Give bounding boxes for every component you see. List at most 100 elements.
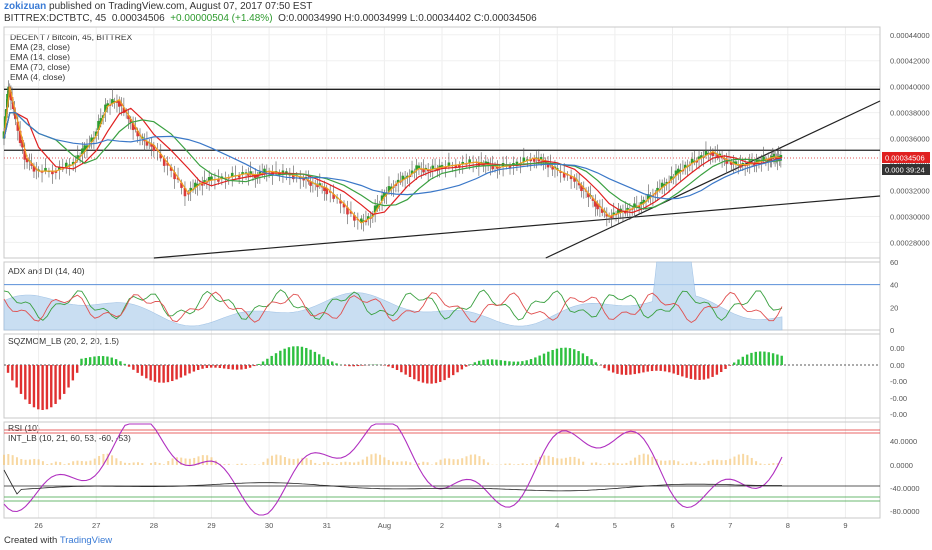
sqz-bar [720,365,723,373]
sqz-bar [620,365,623,375]
sqz-bar [313,351,317,365]
sqz-bar [300,346,304,365]
sqz-bar [689,365,693,379]
int-bar [621,463,624,465]
sqz-bar [624,365,628,375]
footer-created: Created with [4,535,58,546]
tradingview-logo[interactable]: TradingView [60,535,112,546]
int-bar [461,458,464,465]
price-tick-label: 0.00032000 [890,187,930,196]
sqz-bar [50,365,53,408]
int-bar [517,464,520,465]
sqz-bar [642,365,645,373]
sqz-bar [331,361,334,365]
sqz-bar [482,359,485,365]
sqz-bar [681,365,684,377]
sqz-bar [668,365,671,373]
int-bar [439,459,442,465]
sqz-bar [244,365,247,369]
sqz-bar [88,357,92,365]
sqz-bar [439,365,442,382]
sqz-bar [391,365,394,369]
sqz-bar [140,365,144,376]
int-bar [608,462,611,465]
sqz-bar [192,365,196,372]
sqz-bar [305,347,308,365]
int-bar [404,461,407,465]
int-bar [188,458,191,465]
sqz-bar [248,365,252,368]
sqz-bar [274,353,278,365]
x-tick-label: 7 [728,521,732,530]
sqz-bar [188,365,191,374]
sqz-bar [179,365,183,378]
sqz-bar [702,365,706,380]
ema-line-3 [3,112,783,200]
sqz-bar [616,365,619,374]
int-bar [543,455,546,465]
footer: Created with TradingView [4,535,112,546]
sqz-bar [287,347,291,365]
axis-layer: 26 27 28 29 30 31 Aug 2 3 4 5 6 7 8 9 0.00044000 0.00042… [34,31,930,530]
sqz-bar [460,365,464,370]
sqz-bar [473,362,477,365]
int-bar [93,458,96,465]
sqz-bar [443,365,446,381]
sqz-bar [521,361,524,365]
int-bar [642,453,645,465]
int-bar [279,455,282,465]
int-bar [716,459,719,465]
int-bar [634,457,637,465]
sqz-bar [84,357,88,365]
x-tick-label: 9 [843,521,847,530]
sqz-bar [611,365,615,373]
trading-chart[interactable]: 26 27 28 29 30 31 Aug 2 3 4 5 6 7 8 9 0.00044000 0.00042… [0,0,932,550]
int-bar [46,464,49,465]
sqz-bar [266,358,269,365]
int-bar [465,456,468,465]
int-bar [20,459,23,465]
int-bar [309,459,312,465]
sqz-bar [547,351,550,365]
sqz-bar [80,358,83,365]
int-bar [322,462,325,465]
int-bar [668,460,671,465]
sqz-bar [745,354,749,365]
int-bar [482,459,485,465]
sqz-bar [318,354,321,365]
int-bar [353,462,356,465]
sqz-bar [685,365,688,378]
sqz-bar [361,365,364,366]
int-bar [400,461,403,465]
sqz-bar [153,365,157,382]
sqz-bar [698,365,701,380]
int-bar [348,462,351,465]
int-bar [681,463,684,465]
sqz-bar [240,365,243,370]
sqz-bar [352,365,356,367]
adx-tick-label: 60 [890,258,898,267]
sqz-bar [395,365,399,370]
price-tick-label: 0.00028000 [890,238,930,247]
price-layer [2,80,881,259]
sqz-bar [106,356,109,365]
int-bar [50,463,53,465]
sqz-bar [6,365,10,373]
sqz-bar [577,351,580,365]
int-bar [534,459,537,465]
x-tick-label: 2 [440,521,444,530]
int-bar [98,455,101,465]
int-bar [63,464,66,465]
int-bar [582,461,585,465]
int-bar [136,462,139,465]
sqz-bar [41,365,44,410]
sqz-bar [750,352,753,365]
int-bar [595,462,598,465]
sqz-bar [15,365,18,388]
sqz-bar [737,359,740,365]
int-bar [314,462,317,465]
int-bar [240,463,243,465]
int-bar [383,457,386,465]
int-bar [413,464,416,465]
int-bar [33,458,36,465]
